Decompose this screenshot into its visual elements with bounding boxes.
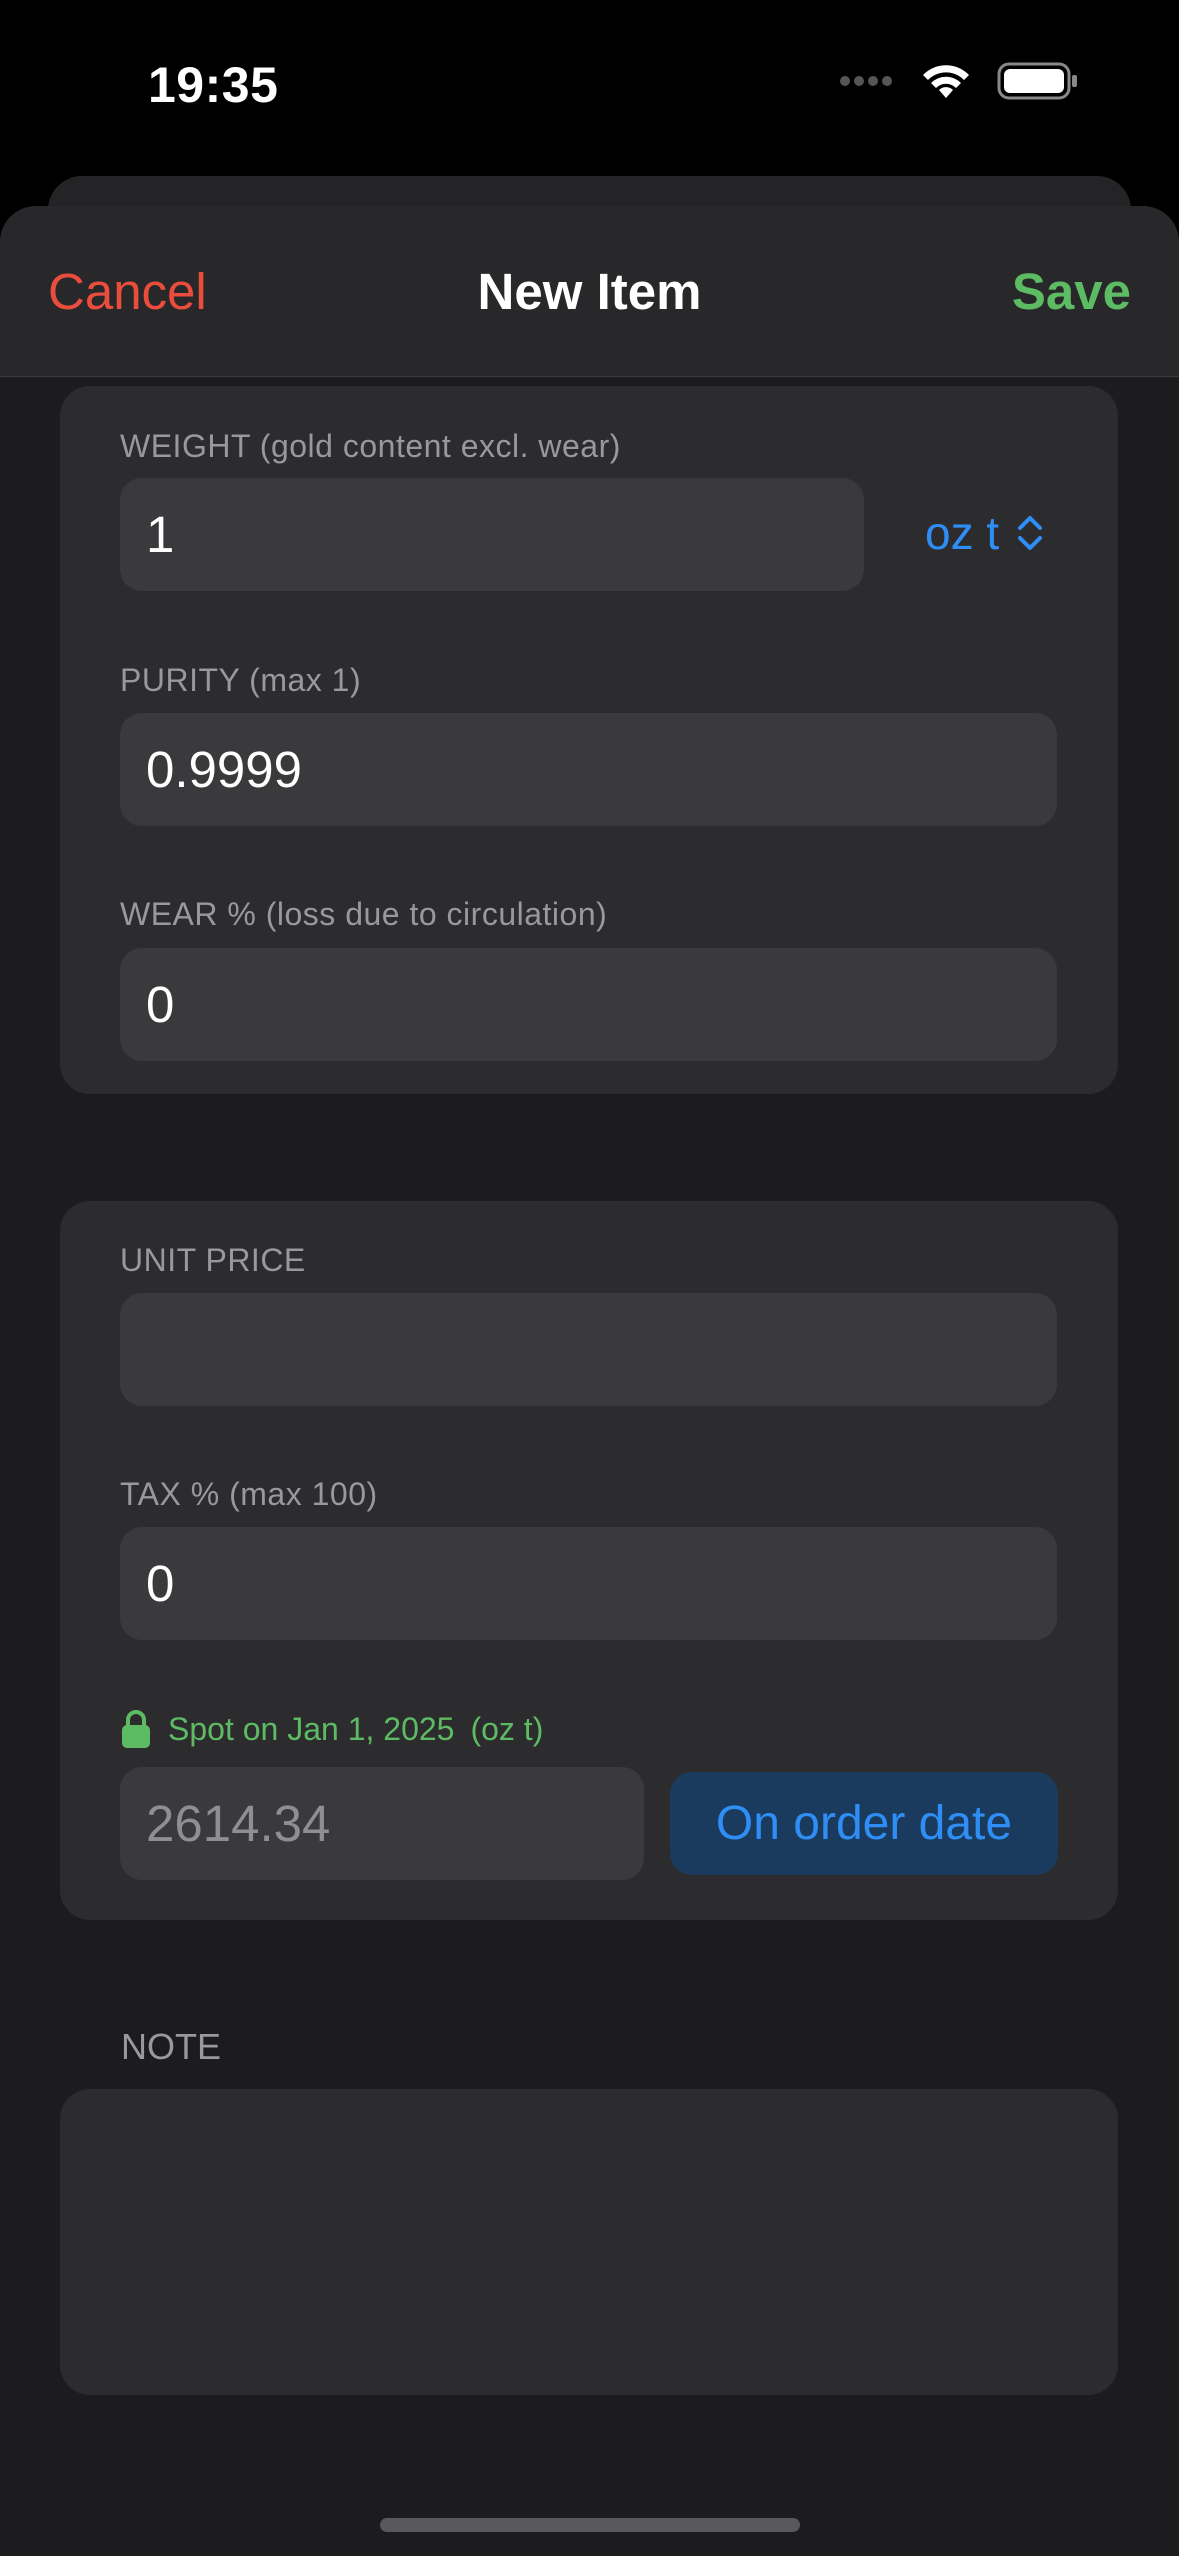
note-label: NOTE — [121, 2026, 222, 2067]
status-time: 19:35 — [148, 57, 279, 113]
weight-unit-label: oz t — [925, 507, 1000, 559]
signal-icon — [840, 76, 892, 86]
unit-price-input[interactable] — [120, 1293, 1057, 1406]
purity-input[interactable]: 0.9999 — [120, 713, 1057, 826]
unit-price-label: UNIT PRICE — [120, 1242, 306, 1278]
status-bar: 19:35 — [0, 0, 1179, 170]
on-order-date-button[interactable]: On order date — [670, 1772, 1058, 1875]
save-button[interactable]: Save — [1012, 262, 1131, 321]
tax-label: TAX % (max 100) — [120, 1476, 378, 1512]
weight-unit-picker[interactable]: oz t — [925, 506, 1045, 560]
wear-input[interactable]: 0 — [120, 948, 1057, 1061]
spot-row: Spot on Jan 1, 2025 (oz t) — [120, 1708, 543, 1750]
pricing-card: UNIT PRICE TAX % (max 100) 0 Spot on Jan… — [60, 1201, 1118, 1920]
battery-icon — [997, 62, 1077, 100]
wifi-icon — [923, 65, 969, 98]
tax-input[interactable]: 0 — [120, 1527, 1057, 1640]
status-icons — [839, 62, 1079, 100]
note-input[interactable] — [60, 2089, 1118, 2395]
nav-bar: Cancel New Item Save — [0, 206, 1179, 377]
lock-icon — [122, 1710, 150, 1748]
spot-price-input[interactable]: 2614.34 — [120, 1767, 644, 1880]
new-item-sheet: Cancel New Item Save WEIGHT (gold conten… — [0, 206, 1179, 2556]
page-title: New Item — [477, 263, 702, 320]
wear-label: WEAR % (loss due to circulation) — [120, 896, 608, 932]
chevron-updown-icon — [1018, 516, 1043, 550]
weight-label: WEIGHT (gold content excl. wear) — [120, 428, 621, 464]
spot-label: Spot on Jan 1, 2025 — [168, 1710, 455, 1747]
weight-input[interactable]: 1 — [120, 478, 864, 591]
spot-unit: (oz t) — [470, 1710, 544, 1747]
metal-details-card: WEIGHT (gold content excl. wear) 1 oz t … — [60, 386, 1118, 1094]
purity-label: PURITY (max 1) — [120, 662, 362, 698]
home-indicator — [380, 2518, 800, 2532]
